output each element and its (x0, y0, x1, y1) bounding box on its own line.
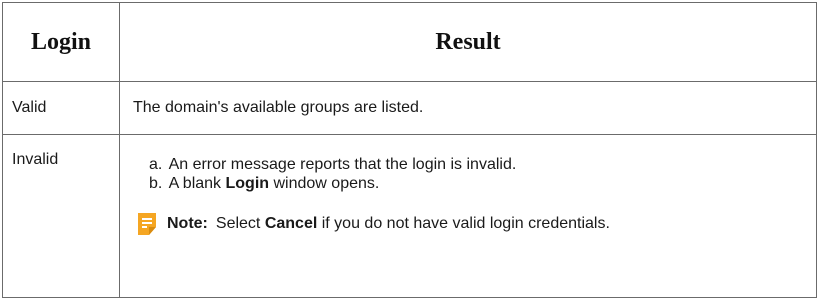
note-text-bold: Cancel (264, 215, 318, 232)
note-label: Note: (167, 215, 208, 232)
list-item-step-b: b. A blank Login window opens. (149, 174, 816, 193)
cell-result-invalid: a. An error message reports that the log… (119, 134, 817, 298)
note-callout: Note: Select Cancel if you do not have v… (135, 211, 816, 237)
table-row-invalid: Invalid a. An error message reports that… (2, 134, 817, 298)
header-login: Login (2, 2, 120, 82)
step-text-after: window opens. (273, 175, 380, 192)
step-text-bold: Login (225, 175, 270, 192)
step-marker: a. (149, 156, 163, 173)
cell-login-valid: Valid (2, 81, 120, 135)
step-list: a. An error message reports that the log… (149, 155, 816, 193)
cell-result-valid: The domain's available groups are listed… (119, 81, 817, 135)
note-text-after: if you do not have valid login credentia… (321, 215, 610, 232)
login-result-table: Login Result Valid The domain's availabl… (2, 2, 817, 298)
step-text-before: A blank (168, 175, 222, 192)
note-text-before: Select (215, 215, 261, 232)
list-item-step-a: a. An error message reports that the log… (149, 155, 816, 174)
step-marker: b. (149, 175, 163, 192)
header-result: Result (119, 2, 817, 82)
table-row-valid: Valid The domain's available groups are … (2, 81, 817, 135)
note-icon (138, 213, 156, 235)
cell-login-invalid: Invalid (2, 134, 120, 298)
step-text: An error message reports that the login … (168, 156, 517, 173)
header-row: Login Result (2, 2, 817, 82)
